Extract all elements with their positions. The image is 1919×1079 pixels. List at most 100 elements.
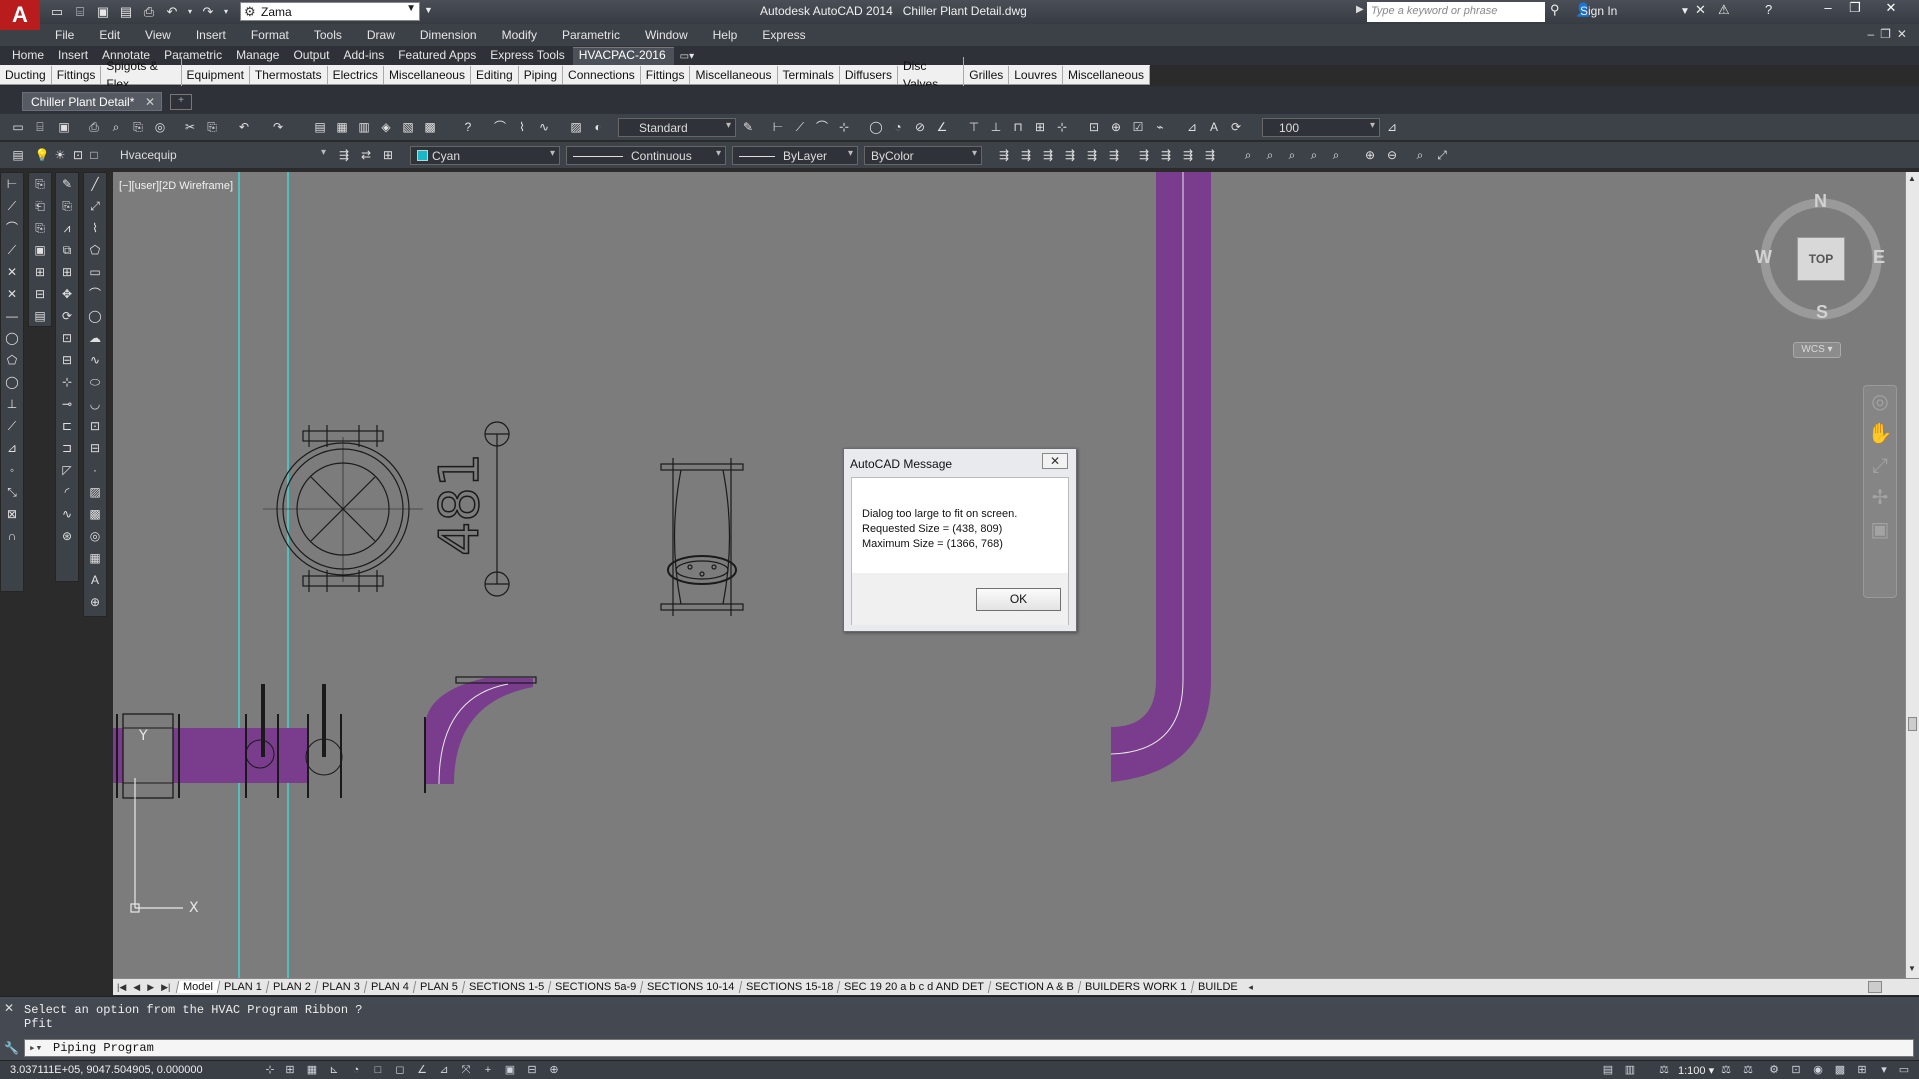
break-icon[interactable]: ⊏	[56, 415, 78, 437]
selection-cycling-icon[interactable]: ⊕	[546, 1063, 562, 1077]
layout-tab-plan-2[interactable]: PLAN 2	[265, 981, 318, 993]
command-prompt-icon[interactable]: ▸▾	[29, 1041, 42, 1055]
lock-ui-icon[interactable]: ⊡	[1788, 1063, 1804, 1077]
arc-icon[interactable]: ⌒	[492, 119, 508, 135]
undo-icon[interactable]: ↶	[236, 119, 252, 135]
search-input[interactable]: Type a keyword or phrase	[1367, 2, 1545, 22]
zoom-out-icon[interactable]: ⊖	[1384, 147, 1400, 163]
revcloud-icon[interactable]: ☁	[84, 327, 106, 349]
open-file-icon[interactable]: ⌸	[71, 3, 89, 20]
spline-icon[interactable]: ∿	[84, 349, 106, 371]
line-icon[interactable]: ╱	[84, 173, 106, 195]
match-prop-icon[interactable]: ⎘	[29, 217, 51, 239]
dim-quick-icon[interactable]: ◯	[1, 371, 23, 393]
panel-diffusers[interactable]: Diffusers	[840, 65, 898, 84]
plot-icon[interactable]: ⎙	[86, 119, 102, 135]
tab-hvacpac[interactable]: HVACPAC-2016	[572, 47, 674, 65]
restore-window-button[interactable]: ❐	[1842, 0, 1868, 20]
baseline-icon[interactable]: ⊥	[988, 119, 1004, 135]
lineweight-icon[interactable]: +	[480, 1063, 496, 1077]
panel-connections[interactable]: Connections	[563, 65, 641, 84]
menu-express[interactable]: Express	[762, 28, 805, 42]
prev-layout-icon[interactable]: ◀	[133, 982, 140, 993]
erase-icon[interactable]: ✎	[56, 173, 78, 195]
menu-file[interactable]: File	[55, 28, 74, 42]
quick-dim-icon[interactable]: ⊤	[966, 119, 982, 135]
panel-grilles[interactable]: Grilles	[964, 65, 1010, 84]
polar-tracking-icon[interactable]: ◔	[348, 1063, 364, 1077]
redo-icon[interactable]: ↷	[199, 3, 217, 20]
paste-icon[interactable]: ⎗	[29, 195, 51, 217]
inspection-icon[interactable]: ☑	[1130, 119, 1146, 135]
menu-edit[interactable]: Edit	[99, 28, 120, 42]
search-expand-icon[interactable]: ▶	[1356, 4, 1364, 15]
zoom-center-icon[interactable]: ⌕	[1328, 147, 1344, 163]
3d-print-icon[interactable]: ◎	[152, 119, 168, 135]
redo-dropdown-icon[interactable]: ▾	[222, 3, 230, 20]
undo-dropdown-icon[interactable]: ▾	[186, 3, 194, 20]
block-icon[interactable]: ⊞	[29, 261, 51, 283]
layer-tool-6-icon[interactable]: ⇶	[1106, 147, 1122, 163]
dim-style-icon[interactable]: ⊿	[1384, 119, 1400, 135]
quick-view-layouts-icon[interactable]: ▥	[1622, 1063, 1638, 1077]
object-snap-tracking-icon[interactable]: ∠	[414, 1063, 430, 1077]
properties-icon[interactable]: ▤	[312, 119, 328, 135]
compass-north[interactable]: N	[1814, 191, 1827, 212]
compass-west[interactable]: W	[1755, 247, 1772, 268]
panel-pipe-fittings[interactable]: Fittings	[641, 65, 691, 84]
trim-icon[interactable]: ⊹	[56, 371, 78, 393]
panel-editing[interactable]: Editing	[471, 65, 519, 84]
menu-parametric[interactable]: Parametric	[562, 28, 620, 42]
region-icon[interactable]: ◎	[84, 525, 106, 547]
dim-angular-icon[interactable]: ∠	[934, 119, 950, 135]
layout-tab-builders-work-1[interactable]: BUILDERS WORK 1	[1077, 981, 1193, 993]
exchange-apps-icon[interactable]: ✕	[1695, 2, 1706, 18]
3d-osnap-icon[interactable]: ◻	[392, 1063, 408, 1077]
hardware-accel-icon[interactable]: ◉	[1810, 1063, 1826, 1077]
continue-dim-icon[interactable]: ⊓	[1010, 119, 1026, 135]
scrollbar-thumb[interactable]	[1908, 717, 1917, 731]
dimedit-icon[interactable]: ⊿	[1184, 119, 1200, 135]
dynamic-ucs-icon[interactable]: ⊿	[436, 1063, 452, 1077]
vertical-scrollbar[interactable]: ▲ ▼	[1905, 172, 1919, 978]
menu-dimension[interactable]: Dimension	[420, 28, 477, 42]
redo-icon[interactable]: ↷	[270, 119, 286, 135]
dynamic-input-icon[interactable]: ⤧	[458, 1063, 474, 1077]
dim-break-icon[interactable]: ◦	[1, 459, 23, 481]
clean-screen-icon[interactable]: ▭	[1896, 1063, 1912, 1077]
customize-wrench-icon[interactable]: 🔧	[4, 1041, 19, 1055]
gradient-icon[interactable]: ◐	[590, 119, 606, 135]
publish-icon[interactable]: ⎘	[130, 119, 146, 135]
tab-featured-apps[interactable]: Featured Apps	[392, 48, 484, 65]
layout-tab-plan-1[interactable]: PLAN 1	[217, 981, 269, 993]
color-select[interactable]: Cyan ▾	[410, 146, 560, 165]
mtext-icon[interactable]: A	[84, 569, 106, 591]
layer-tool-5-icon[interactable]: ⇶	[1084, 147, 1100, 163]
close-tab-icon[interactable]: ✕	[145, 95, 155, 109]
dim-baseline-icon[interactable]: ⊥	[1, 393, 23, 415]
grid-display-icon[interactable]: ▦	[304, 1063, 320, 1077]
group-icon[interactable]: ▣	[29, 239, 51, 261]
isolate-objects-icon[interactable]: ▩	[1832, 1063, 1848, 1077]
dim-angular-icon[interactable]: ⬠	[1, 349, 23, 371]
dim-update-icon[interactable]: ⟳	[1228, 119, 1244, 135]
layout-tab-sections-10-14[interactable]: SECTIONS 10-14	[640, 981, 742, 993]
scale-icon[interactable]: ⊡	[56, 327, 78, 349]
layout-tab-sections-1-5[interactable]: SECTIONS 1-5	[461, 981, 551, 993]
design-center-icon[interactable]: ▦	[334, 119, 350, 135]
arc-icon[interactable]: ⌒	[84, 283, 106, 305]
dim-center-icon[interactable]: ⊠	[1, 503, 23, 525]
copy-icon[interactable]: ⎘	[56, 195, 78, 217]
dim-tolerance-icon[interactable]: ⤡	[1, 481, 23, 503]
mirror-icon[interactable]: ⩘	[56, 217, 78, 239]
workspace-switcher[interactable]: ⚙ Zama ▼	[240, 2, 420, 21]
panel-pipe-miscellaneous[interactable]: Miscellaneous	[690, 65, 778, 84]
object-snap-icon[interactable]: □	[370, 1063, 386, 1077]
qnew-icon[interactable]: ▭	[10, 119, 26, 135]
ribbon-minimize-icon[interactable]: ▭▾	[674, 51, 702, 65]
sign-in-dropdown-icon[interactable]: ▼	[1680, 6, 1690, 17]
spline-icon[interactable]: ∿	[536, 119, 552, 135]
tab-manage[interactable]: Manage	[230, 48, 287, 65]
calculator-icon[interactable]: ▩	[422, 119, 438, 135]
tab-home[interactable]: Home	[6, 48, 52, 65]
